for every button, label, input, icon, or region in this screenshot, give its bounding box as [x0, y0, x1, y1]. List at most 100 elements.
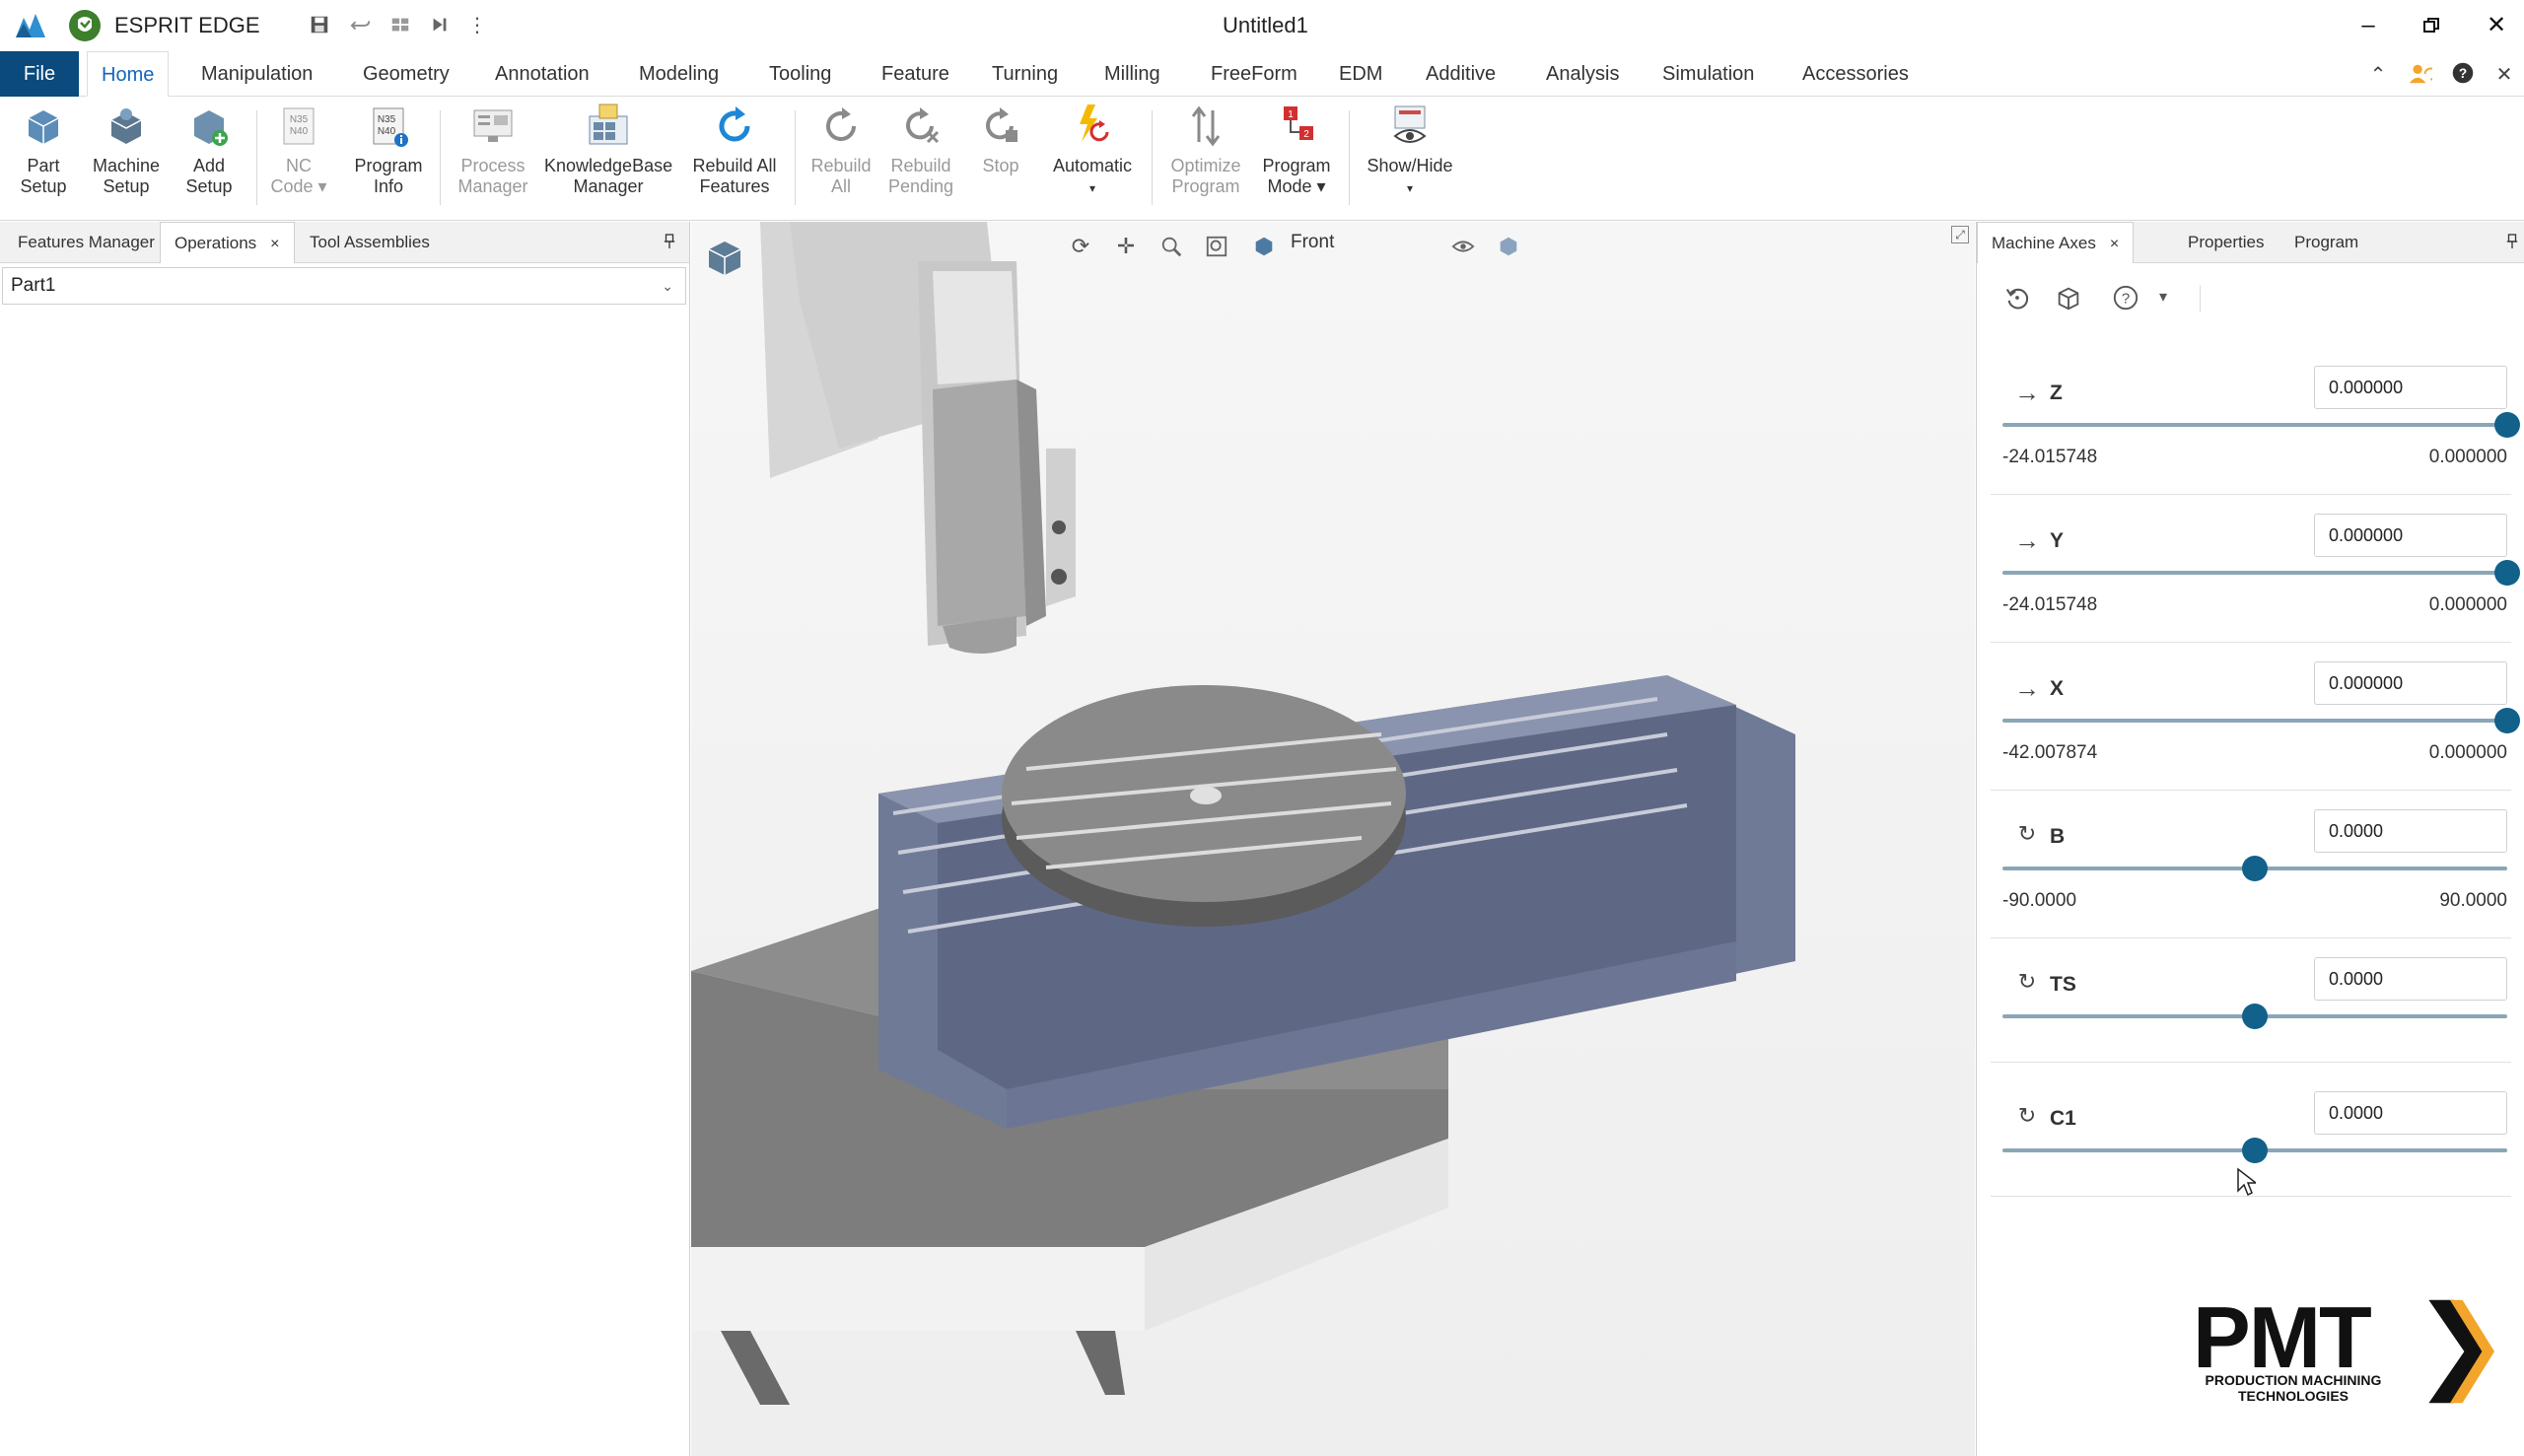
program-info-button[interactable]: N35 N40 Program Info: [347, 103, 430, 197]
knowledgebase-manager-label-2: Manager: [573, 176, 644, 196]
tab-modeling[interactable]: Modeling: [625, 51, 733, 97]
undo-icon[interactable]: [349, 14, 373, 37]
help-icon[interactable]: ?: [2109, 281, 2142, 314]
automatic-caret: ▾: [1088, 181, 1096, 195]
restore-icon[interactable]: [2412, 8, 2451, 43]
part-setup-button[interactable]: Part Setup: [12, 103, 75, 197]
linear-axis-arrow-icon: →: [2014, 673, 2040, 703]
axis-c1-slider-thumb[interactable]: [2242, 1138, 2268, 1163]
rebuild-all-features-button[interactable]: Rebuild All Features: [684, 103, 785, 197]
collapse-ribbon-icon[interactable]: ⌃: [2364, 61, 2392, 89]
pin-icon[interactable]: [663, 234, 678, 251]
pin-icon[interactable]: [2505, 234, 2521, 251]
view-front-label[interactable]: Front: [1291, 232, 1334, 253]
machine-setup-button[interactable]: Machine Setup: [89, 103, 164, 197]
tab-file[interactable]: File: [0, 51, 79, 97]
3d-viewport[interactable]: ⟳ ✛ Front ⤢: [691, 222, 1975, 1456]
chevron-down-icon[interactable]: ▾: [2146, 281, 2180, 314]
axis-ts-input[interactable]: 0.0000: [2314, 957, 2507, 1001]
save-icon[interactable]: [308, 14, 331, 37]
part-select[interactable]: Part1 ⌄: [2, 267, 686, 305]
help-icon[interactable]: ?: [2449, 61, 2477, 89]
tab-analysis[interactable]: Analysis: [1532, 51, 1633, 97]
svg-text:?: ?: [2459, 66, 2467, 81]
expand-viewport-icon[interactable]: ⤢: [1951, 226, 1969, 243]
tab-tooling[interactable]: Tooling: [755, 51, 845, 97]
user-sync-icon[interactable]: [2406, 61, 2437, 89]
tab-properties[interactable]: Properties: [2174, 222, 2278, 263]
process-manager-button[interactable]: Process Manager: [450, 103, 536, 197]
tab-simulation[interactable]: Simulation: [1648, 51, 1768, 97]
axis-b-slider-thumb[interactable]: [2242, 856, 2268, 881]
tab-accessories[interactable]: Accessories: [1788, 51, 1923, 97]
close-machine-axes-icon[interactable]: ×: [2110, 236, 2119, 252]
visibility-icon[interactable]: [1448, 232, 1478, 261]
rebuild-pending-button[interactable]: Rebuild Pending: [883, 103, 958, 197]
axis-y-input[interactable]: 0.000000: [2314, 514, 2507, 557]
program-mode-button[interactable]: 12 Program Mode ▾: [1254, 103, 1339, 197]
axis-c1-input[interactable]: 0.0000: [2314, 1091, 2507, 1135]
axis-ts-slider-thumb[interactable]: [2242, 1004, 2268, 1029]
left-panel: Features Manager Operations × Tool Assemb…: [0, 222, 690, 1456]
automatic-label: Automatic: [1052, 156, 1133, 175]
axis-y-slider-thumb[interactable]: [2494, 560, 2520, 586]
machine-view-icon[interactable]: [2052, 281, 2085, 314]
tab-milling[interactable]: Milling: [1090, 51, 1174, 97]
optimize-program-button[interactable]: Optimize Program: [1161, 103, 1250, 197]
tab-tool-assemblies[interactable]: Tool Assemblies: [296, 222, 444, 263]
axis-b-input[interactable]: 0.0000: [2314, 809, 2507, 853]
zoom-icon[interactable]: [1157, 232, 1186, 261]
axis-x-slider-track[interactable]: [2002, 719, 2507, 723]
zoom-extents-icon[interactable]: [1202, 232, 1231, 261]
app-name: ESPRIT EDGE: [114, 13, 260, 37]
tab-operations[interactable]: Operations ×: [160, 222, 295, 263]
stop-icon: [986, 107, 1017, 142]
axis-x-input[interactable]: 0.000000: [2314, 661, 2507, 705]
tab-home[interactable]: Home: [87, 51, 170, 97]
stop-button[interactable]: Stop: [968, 103, 1033, 176]
more-icon[interactable]: ⋮: [465, 14, 489, 37]
view-orientation-icon[interactable]: [1249, 232, 1279, 261]
tab-program[interactable]: Program: [2280, 222, 2372, 263]
rebuild-pending-label-2: Pending: [887, 176, 954, 196]
axis-c1-label: C1: [2050, 1107, 2076, 1130]
minimize-icon[interactable]: –: [2349, 8, 2388, 43]
close-icon[interactable]: ✕: [2477, 8, 2516, 43]
step-icon[interactable]: [428, 14, 452, 37]
rebuild-all-button[interactable]: Rebuild All: [805, 103, 877, 197]
axis-y-slider-track[interactable]: [2002, 571, 2507, 575]
close-ribbon-icon[interactable]: ✕: [2490, 61, 2518, 89]
tab-manipulation[interactable]: Manipulation: [187, 51, 326, 97]
rotate-icon[interactable]: ⟳: [1066, 232, 1095, 261]
tab-annotation[interactable]: Annotation: [481, 51, 603, 97]
axis-z-input[interactable]: 0.000000: [2314, 366, 2507, 409]
pan-icon[interactable]: ✛: [1111, 232, 1141, 261]
axis-x-slider-thumb[interactable]: [2494, 708, 2520, 733]
tab-features-manager[interactable]: Features Manager: [4, 222, 169, 263]
esprit-logo-icon: [16, 14, 45, 37]
tab-operations-label: Operations: [175, 234, 257, 252]
show-hide-button[interactable]: Show/Hide ▾: [1361, 103, 1459, 199]
axis-z-slider-thumb[interactable]: [2494, 412, 2520, 438]
nc-code-button[interactable]: N35 N40 NC Code ▾: [268, 103, 329, 197]
process-manager-label-1: Process: [460, 156, 526, 175]
automatic-button[interactable]: Automatic ▾: [1043, 103, 1142, 199]
axis-z-slider-track[interactable]: [2002, 423, 2507, 427]
tab-feature[interactable]: Feature: [868, 51, 963, 97]
knowledgebase-manager-button[interactable]: KnowledgeBase Manager: [544, 103, 672, 197]
tab-geometry[interactable]: Geometry: [349, 51, 463, 97]
layout-icon[interactable]: [388, 14, 412, 37]
tab-additive[interactable]: Additive: [1412, 51, 1509, 97]
view-cube-icon[interactable]: [703, 236, 746, 279]
reset-icon[interactable]: [2000, 281, 2034, 314]
tab-freeform[interactable]: FreeForm: [1197, 51, 1311, 97]
tab-edm[interactable]: EDM: [1325, 51, 1396, 97]
program-info-icon: N35N40: [373, 107, 408, 147]
esprit-edge-badge-icon: [69, 10, 101, 41]
tab-machine-axes[interactable]: Machine Axes ×: [1977, 222, 2135, 263]
close-operations-icon[interactable]: ×: [270, 236, 279, 252]
display-mode-icon[interactable]: [1494, 232, 1523, 261]
rebuild-all-label-2: All: [830, 176, 851, 196]
add-setup-button[interactable]: Add Setup: [177, 103, 241, 197]
tab-turning[interactable]: Turning: [978, 51, 1072, 97]
